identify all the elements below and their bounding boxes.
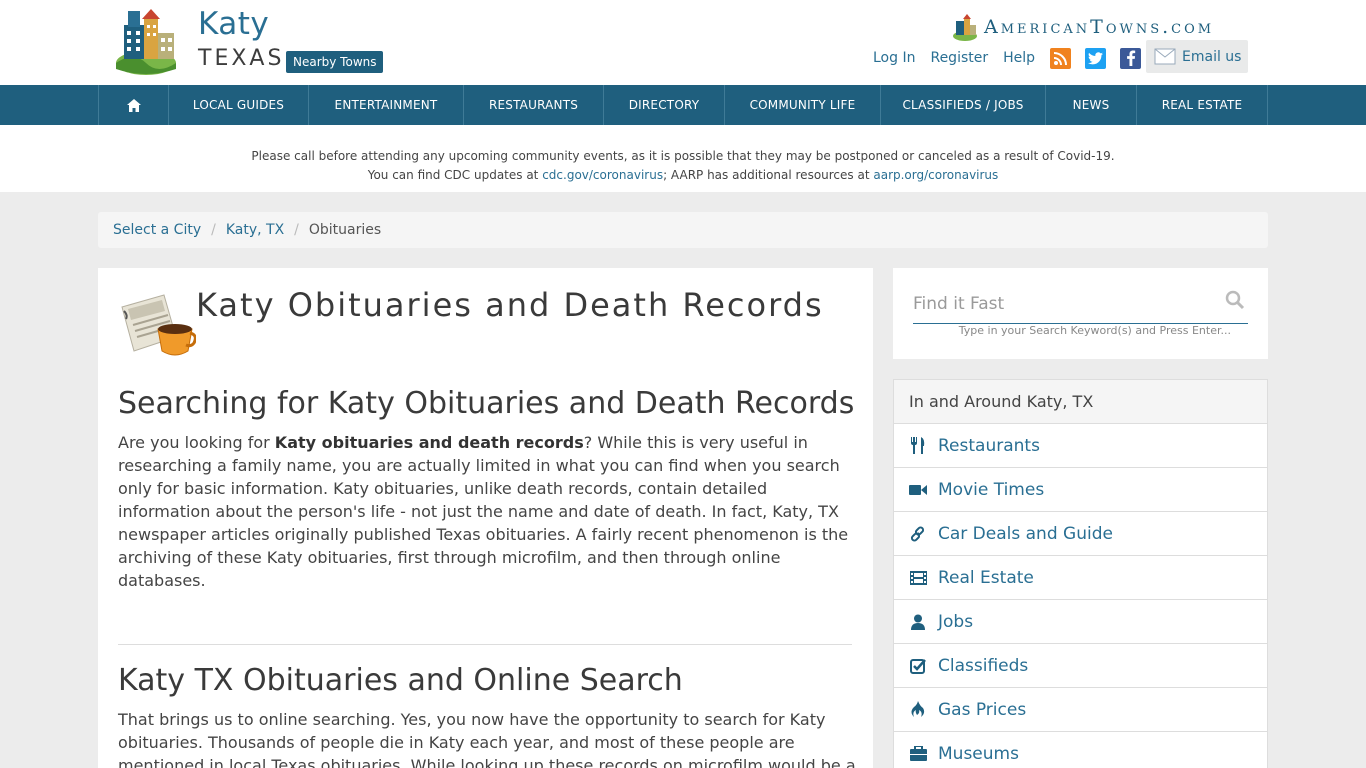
- page-title: Katy Obituaries and Death Records: [196, 286, 824, 324]
- around-item-label: Gas Prices: [938, 699, 1027, 720]
- fork-knife-icon: [909, 437, 927, 455]
- around-item-car-deals[interactable]: Car Deals and Guide: [894, 512, 1267, 556]
- notice-line-1: Please call before attending any upcomin…: [251, 149, 1115, 163]
- brand-name: AmericanTowns.com: [984, 16, 1215, 38]
- nav-local-guides[interactable]: LOCAL GUIDES: [169, 85, 309, 125]
- twitter-icon[interactable]: [1085, 47, 1107, 69]
- around-item-restaurants[interactable]: Restaurants: [894, 424, 1267, 468]
- main-content: Katy Obituaries and Death Records Search…: [98, 268, 873, 768]
- breadcrumb-select-city[interactable]: Select a City: [113, 222, 201, 238]
- breadcrumb-katy[interactable]: Katy, TX: [226, 222, 284, 238]
- around-item-label: Restaurants: [938, 435, 1040, 456]
- facebook-icon[interactable]: [1120, 47, 1142, 69]
- login-link[interactable]: Log In: [873, 50, 915, 66]
- section-divider: [118, 644, 852, 645]
- around-item-classifieds[interactable]: Classifieds: [894, 644, 1267, 688]
- section-heading-searching: Searching for Katy Obituaries and Death …: [118, 386, 855, 421]
- nav-directory[interactable]: DIRECTORY: [604, 85, 725, 125]
- help-link[interactable]: Help: [1003, 50, 1035, 66]
- site-header: Katy TEXAS Nearby Towns AmericanTowns.co…: [0, 0, 1366, 85]
- nav-home[interactable]: [99, 85, 169, 125]
- top-links: Log In Register Help: [873, 47, 1155, 69]
- nav-real-estate[interactable]: REAL ESTATE: [1137, 85, 1268, 125]
- fire-icon: [909, 701, 927, 719]
- breadcrumb-separator: /: [211, 222, 216, 238]
- nav-restaurants[interactable]: RESTAURANTS: [464, 85, 604, 125]
- nav-classifieds-jobs[interactable]: CLASSIFIEDS / JOBS: [881, 85, 1046, 125]
- around-item-label: Movie Times: [938, 479, 1045, 500]
- email-us-button[interactable]: Email us: [1146, 40, 1248, 73]
- aarp-link[interactable]: aarp.org/coronavirus: [873, 168, 998, 182]
- town-logo-icon[interactable]: [114, 7, 178, 75]
- bold-phrase: Katy obituaries and death records: [274, 433, 584, 452]
- rss-icon[interactable]: [1050, 47, 1072, 69]
- search-hint: Type in your Search Keyword(s) and Press…: [958, 324, 1231, 337]
- around-item-museums[interactable]: Museums: [894, 732, 1267, 768]
- nav-community-life[interactable]: COMMUNITY LIFE: [725, 85, 881, 125]
- around-item-label: Car Deals and Guide: [938, 523, 1113, 544]
- link-icon: [909, 525, 927, 543]
- breadcrumb-separator: /: [294, 222, 299, 238]
- briefcase-icon: [909, 745, 927, 763]
- around-item-label: Real Estate: [938, 567, 1034, 588]
- breadcrumb-current: Obituaries: [308, 222, 382, 238]
- nav-entertainment[interactable]: ENTERTAINMENT: [309, 85, 464, 125]
- in-and-around-panel: In and Around Katy, TX Restaurants Movie…: [893, 379, 1268, 768]
- newspaper-coffee-icon: [121, 294, 196, 356]
- americantowns-logo-icon: [953, 14, 977, 41]
- video-camera-icon: [909, 481, 927, 499]
- section-paragraph-searching: Are you looking for Katy obituaries and …: [118, 433, 849, 590]
- home-icon: [126, 98, 141, 112]
- search-card: Type in your Search Keyword(s) and Press…: [893, 268, 1268, 359]
- email-us-label: Email us: [1182, 48, 1242, 65]
- covid-notice: Please call before attending any upcomin…: [0, 125, 1366, 192]
- city-name[interactable]: Katy: [198, 6, 269, 42]
- around-item-movie-times[interactable]: Movie Times: [894, 468, 1267, 512]
- nearby-towns-button[interactable]: Nearby Towns: [286, 51, 384, 73]
- person-icon: [909, 613, 927, 631]
- nav-news[interactable]: NEWS: [1046, 85, 1137, 125]
- notice-line-2: You can find CDC updates at cdc.gov/coro…: [367, 168, 999, 182]
- section-heading-online-search: Katy TX Obituaries and Online Search: [118, 663, 683, 698]
- americantowns-brand[interactable]: AmericanTowns.com: [952, 12, 1214, 42]
- envelope-icon: [1154, 48, 1176, 65]
- cdc-link[interactable]: cdc.gov/coronavirus: [542, 168, 663, 182]
- breadcrumb: Select a City / Katy, TX / Obituaries: [98, 212, 1268, 248]
- register-link[interactable]: Register: [930, 50, 988, 66]
- state-name[interactable]: TEXAS: [198, 46, 284, 71]
- main-nav: LOCAL GUIDES ENTERTAINMENT RESTAURANTS D…: [0, 85, 1366, 125]
- check-square-icon: [909, 657, 927, 675]
- around-item-label: Jobs: [938, 611, 974, 632]
- search-icon[interactable]: [1225, 290, 1245, 310]
- around-item-real-estate[interactable]: Real Estate: [894, 556, 1267, 600]
- film-strip-icon: [909, 569, 927, 587]
- search-input[interactable]: [913, 284, 1248, 324]
- in-and-around-heading: In and Around Katy, TX: [894, 380, 1267, 424]
- section-paragraph-online-search: That brings us to online searching. Yes,…: [118, 710, 856, 768]
- around-item-gas-prices[interactable]: Gas Prices: [894, 688, 1267, 732]
- around-item-jobs[interactable]: Jobs: [894, 600, 1267, 644]
- around-item-label: Classifieds: [938, 655, 1029, 676]
- around-item-label: Museums: [938, 743, 1019, 764]
